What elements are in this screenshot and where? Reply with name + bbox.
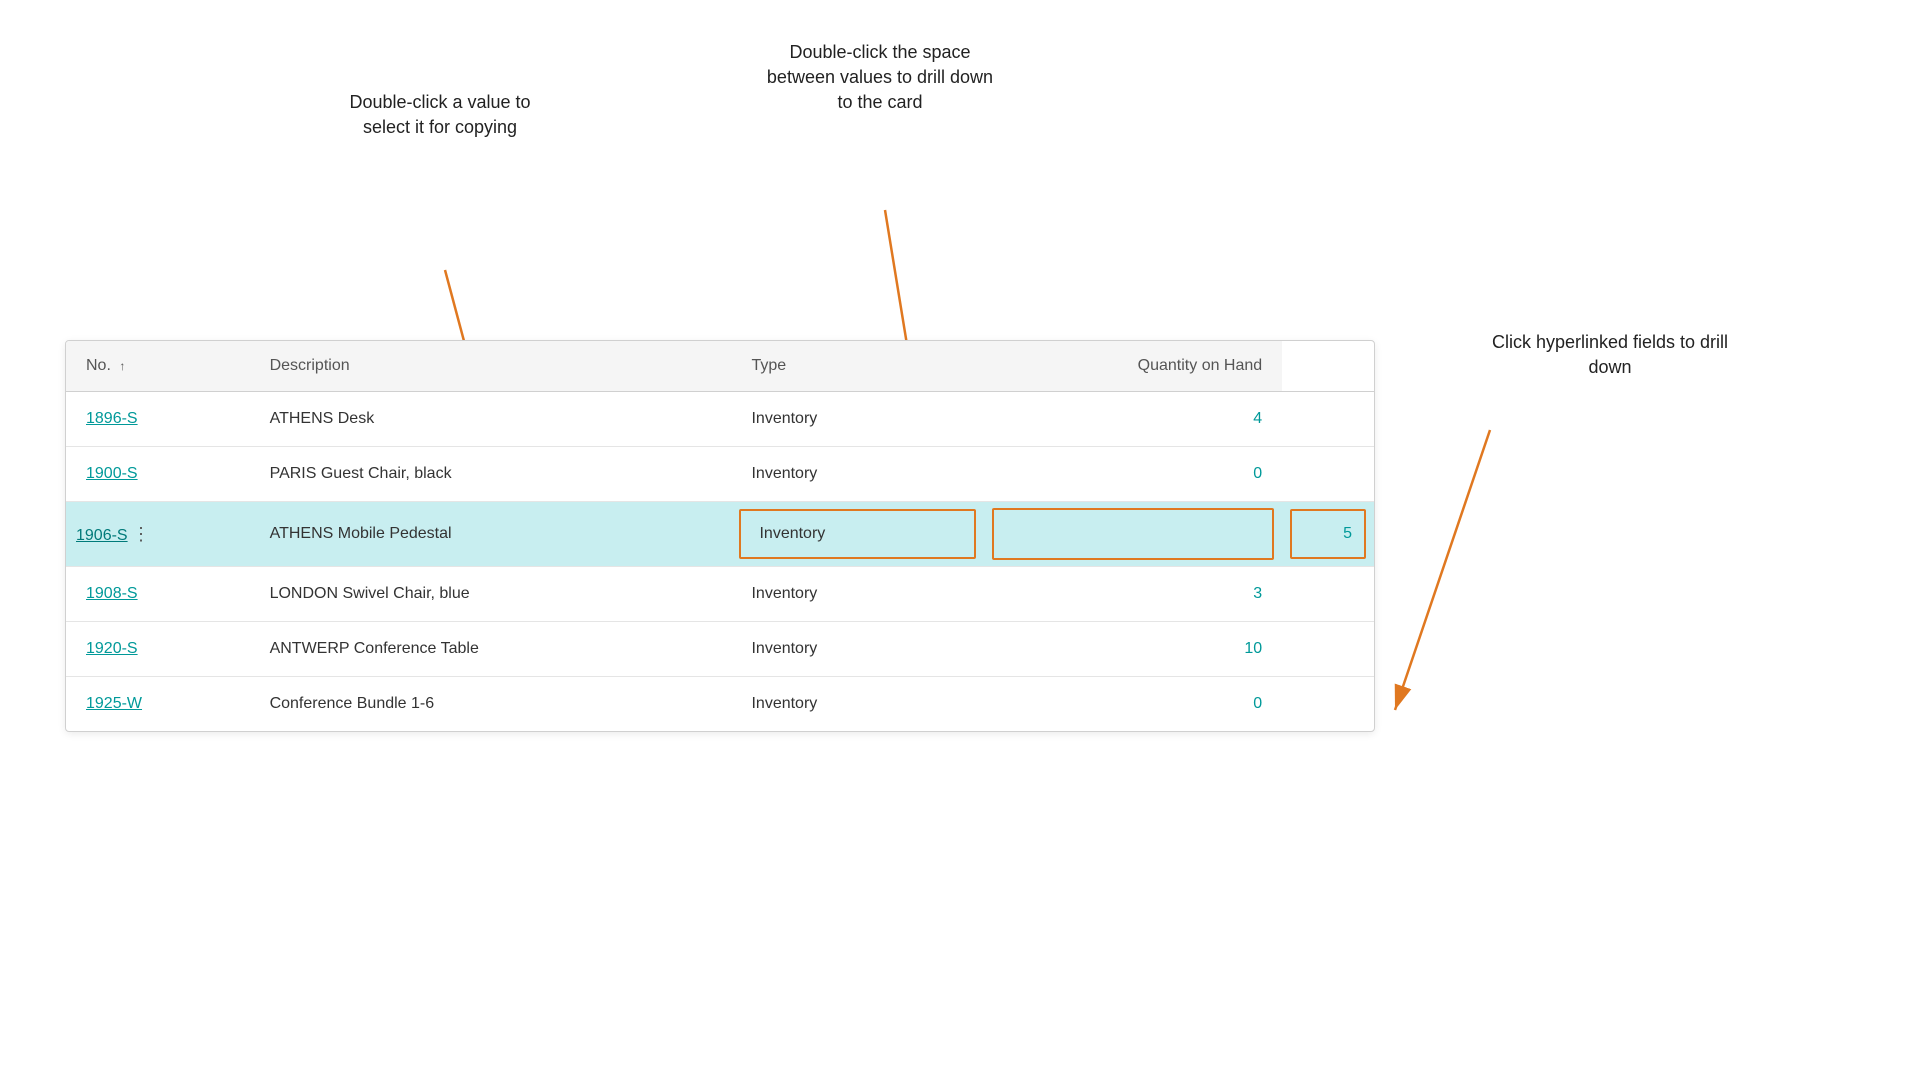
- qty-1908: 3: [1253, 585, 1262, 602]
- qty-outlined-box[interactable]: 5: [1290, 509, 1366, 559]
- type-1908: Inventory: [751, 585, 817, 602]
- callout-right-text: Click hyperlinked fields to drill down: [1492, 332, 1728, 377]
- space-outlined-box[interactable]: [992, 508, 1274, 560]
- desc-1908: LONDON Swivel Chair, blue: [270, 585, 470, 602]
- cell-no: 1925-W: [66, 677, 250, 732]
- desc-1906: ATHENS Mobile Pedestal: [270, 525, 452, 542]
- link-no-1906[interactable]: 1906-S: [76, 527, 128, 544]
- qty-1900: 0: [1253, 465, 1262, 482]
- page-container: Double-click a value to select it for co…: [0, 0, 1930, 1071]
- cell-qty: 3: [984, 567, 1282, 622]
- cell-qty: 10: [984, 622, 1282, 677]
- desc-1900: PARIS Guest Chair, black: [270, 465, 452, 482]
- type-outlined-box[interactable]: Inventory: [739, 509, 975, 559]
- cell-no-selected: 1906-S ⋮: [66, 502, 250, 567]
- col-no-label: No.: [86, 357, 111, 374]
- callout-right: Click hyperlinked fields to drill down: [1490, 330, 1730, 380]
- col-type-label: Type: [751, 357, 786, 374]
- callout-center: Double-click the space between values to…: [760, 40, 1000, 116]
- cell-qty-selected: 5: [1282, 502, 1374, 567]
- link-no-1908[interactable]: 1908-S: [86, 585, 138, 602]
- callout-center-text: Double-click the space between values to…: [767, 42, 993, 112]
- type-1900: Inventory: [751, 465, 817, 482]
- cell-type-selected: Inventory: [731, 502, 983, 567]
- table-header-row: No. ↑ Description Type Quantity on Hand: [66, 341, 1374, 392]
- cell-type: Inventory: [731, 447, 983, 502]
- cell-desc-selected: ATHENS Mobile Pedestal: [250, 502, 732, 567]
- type-1906: Inventory: [759, 525, 825, 542]
- inventory-table: No. ↑ Description Type Quantity on Hand: [66, 341, 1374, 731]
- cell-space-selected: [984, 502, 1282, 567]
- cell-qty: 0: [984, 677, 1282, 732]
- col-header-no[interactable]: No. ↑: [66, 341, 250, 392]
- qty-1920: 10: [1244, 640, 1262, 657]
- table-row: 1900-S PARIS Guest Chair, black Inventor…: [66, 447, 1374, 502]
- qty-1906: 5: [1343, 525, 1352, 542]
- link-no-1925[interactable]: 1925-W: [86, 695, 142, 712]
- desc-1896: ATHENS Desk: [270, 410, 375, 427]
- desc-1925: Conference Bundle 1-6: [270, 695, 435, 712]
- table-row: 1920-S ANTWERP Conference Table Inventor…: [66, 622, 1374, 677]
- cell-desc: Conference Bundle 1-6: [250, 677, 732, 732]
- type-1896: Inventory: [751, 410, 817, 427]
- cell-type: Inventory: [731, 392, 983, 447]
- cell-no: 1900-S: [66, 447, 250, 502]
- type-1925: Inventory: [751, 695, 817, 712]
- cell-desc: LONDON Swivel Chair, blue: [250, 567, 732, 622]
- cell-qty: 4: [984, 392, 1282, 447]
- col-header-description[interactable]: Description: [250, 341, 732, 392]
- cell-desc: ANTWERP Conference Table: [250, 622, 732, 677]
- link-no-1900[interactable]: 1900-S: [86, 465, 138, 482]
- link-no-1920[interactable]: 1920-S: [86, 640, 138, 657]
- table-row-selected: 1906-S ⋮ ATHENS Mobile Pedestal Inventor…: [66, 502, 1374, 567]
- type-1920: Inventory: [751, 640, 817, 657]
- col-qty-label: Quantity on Hand: [1138, 357, 1263, 374]
- cell-type: Inventory: [731, 622, 983, 677]
- cell-type: Inventory: [731, 567, 983, 622]
- cell-no: 1896-S: [66, 392, 250, 447]
- cell-desc: ATHENS Desk: [250, 392, 732, 447]
- inventory-table-wrapper: No. ↑ Description Type Quantity on Hand: [65, 340, 1375, 732]
- col-header-type[interactable]: Type: [731, 341, 983, 392]
- row-context-menu-icon[interactable]: ⋮: [132, 524, 152, 544]
- desc-1920: ANTWERP Conference Table: [270, 640, 479, 657]
- callout-left-text: Double-click a value to select it for co…: [349, 92, 530, 137]
- col-no-sort-icon[interactable]: ↑: [119, 359, 125, 373]
- cell-no: 1920-S: [66, 622, 250, 677]
- table-row: 1908-S LONDON Swivel Chair, blue Invento…: [66, 567, 1374, 622]
- col-header-qty[interactable]: Quantity on Hand: [984, 341, 1282, 392]
- cell-qty: 0: [984, 447, 1282, 502]
- col-desc-label: Description: [270, 357, 350, 374]
- callout-left: Double-click a value to select it for co…: [330, 90, 550, 140]
- link-no-1896[interactable]: 1896-S: [86, 410, 138, 427]
- qty-1925: 0: [1253, 695, 1262, 712]
- table-row: 1925-W Conference Bundle 1-6 Inventory 0: [66, 677, 1374, 732]
- cell-no: 1908-S: [66, 567, 250, 622]
- cell-type: Inventory: [731, 677, 983, 732]
- table-row: 1896-S ATHENS Desk Inventory 4: [66, 392, 1374, 447]
- qty-1896: 4: [1253, 410, 1262, 427]
- cell-desc: PARIS Guest Chair, black: [250, 447, 732, 502]
